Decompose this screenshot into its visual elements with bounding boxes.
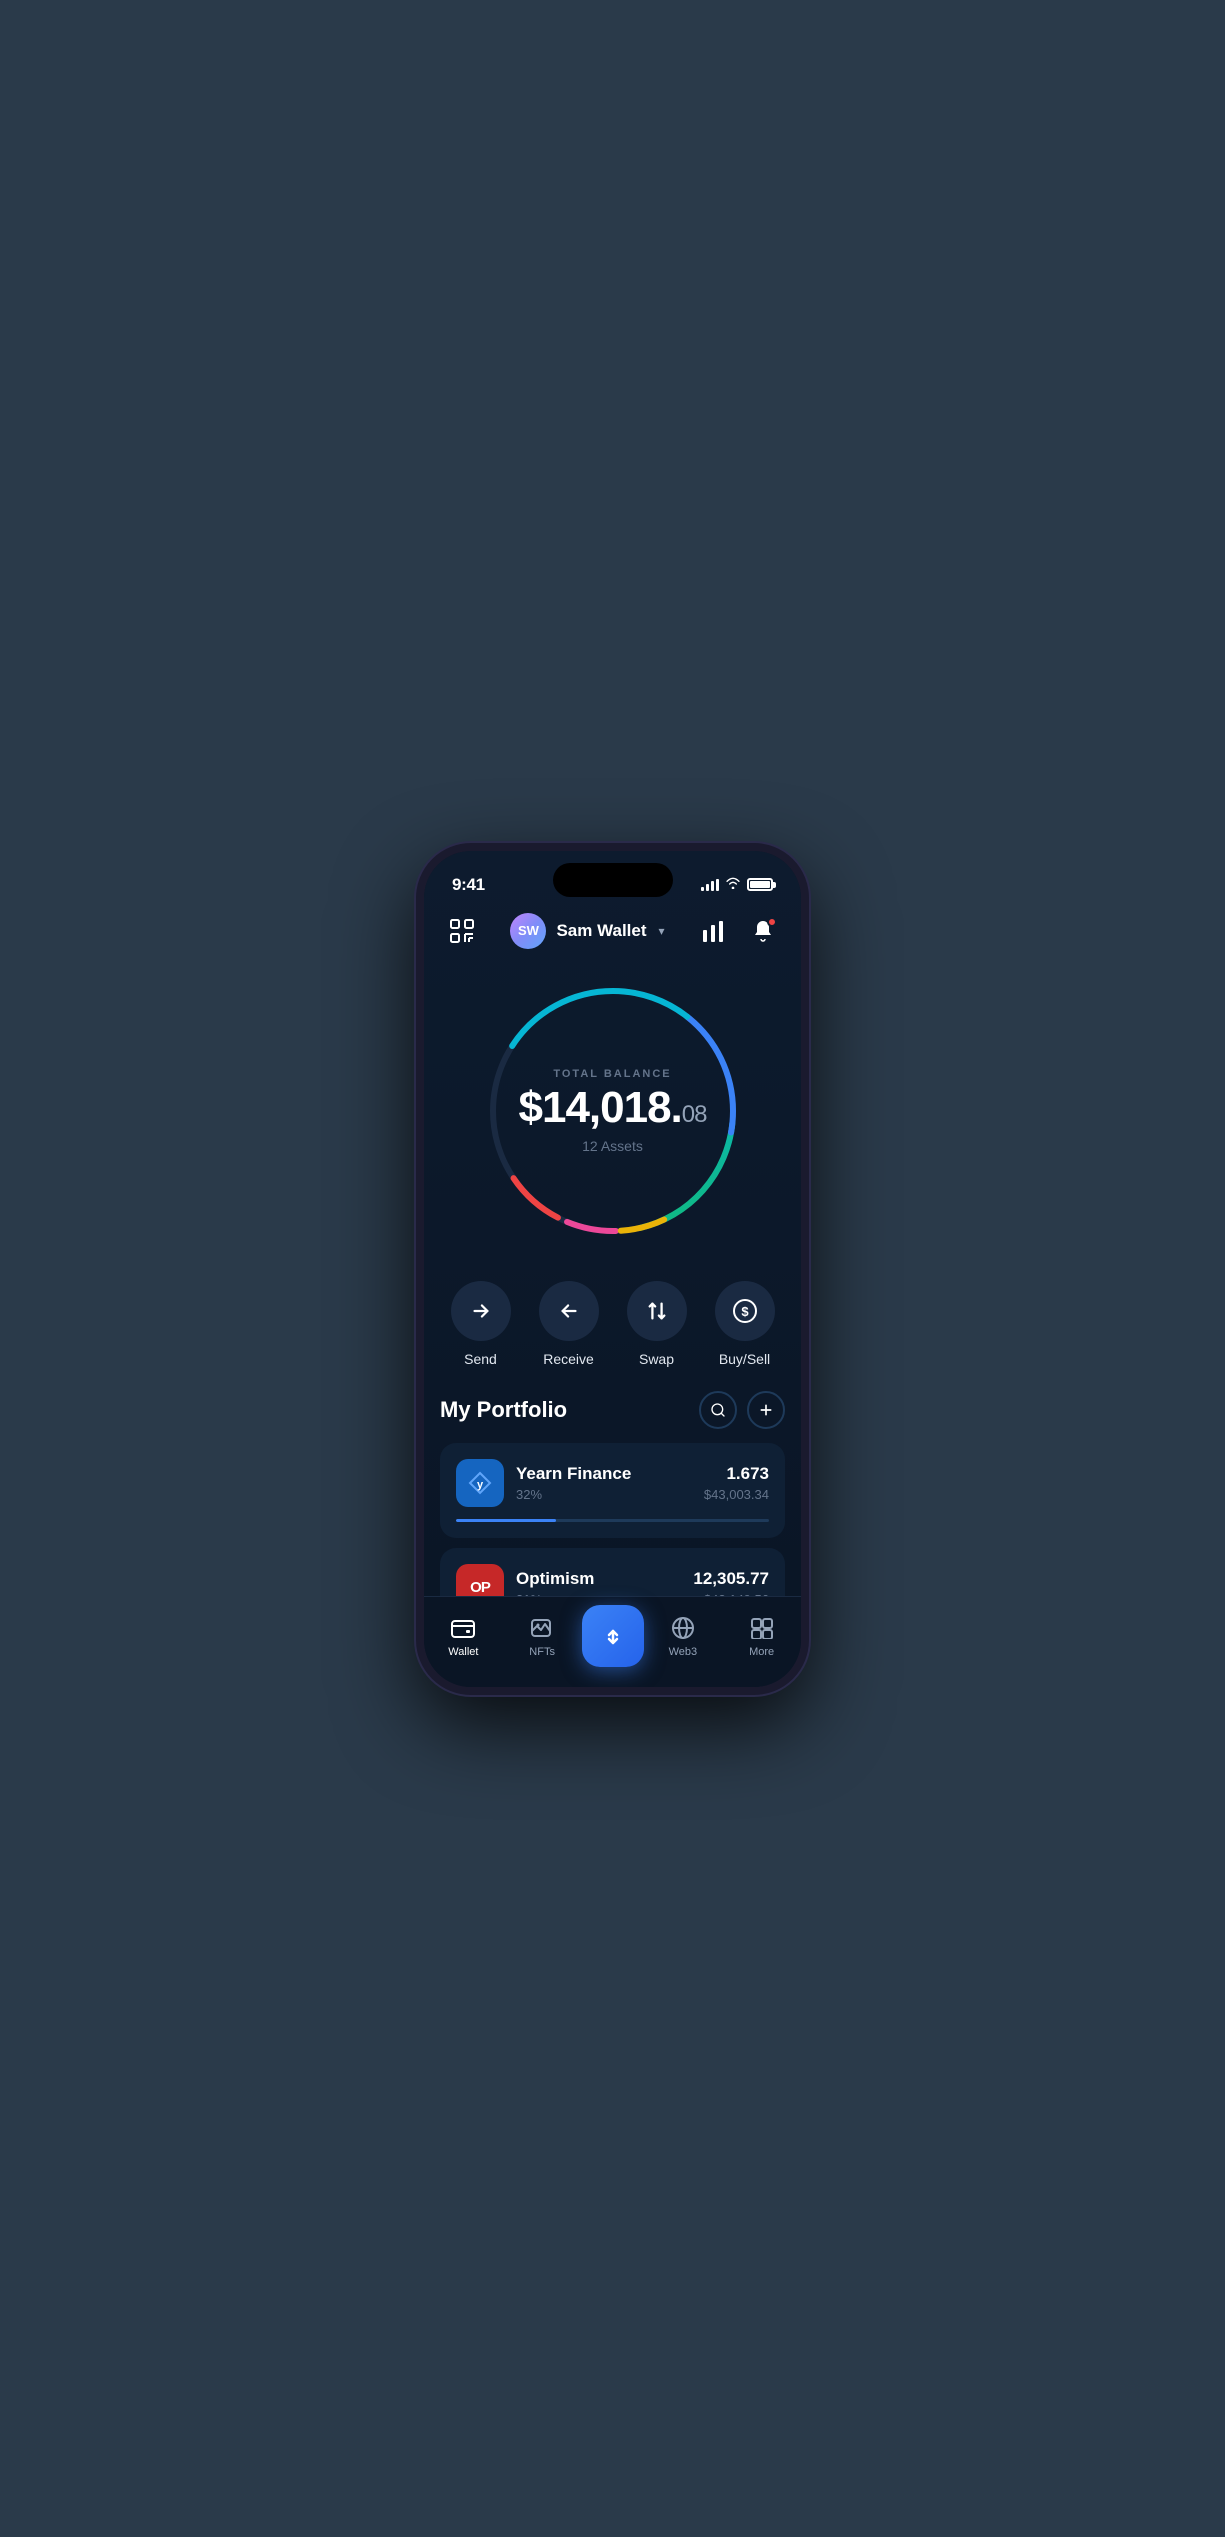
signal-icon [701, 879, 719, 891]
nav-center[interactable] [582, 1605, 644, 1667]
receive-button[interactable]: Receive [539, 1281, 599, 1367]
notifications-button[interactable] [745, 913, 781, 949]
receive-icon [539, 1281, 599, 1341]
web3-nav-icon [669, 1614, 697, 1642]
add-asset-button[interactable] [747, 1391, 785, 1429]
bottom-nav: Wallet NFTs [424, 1596, 801, 1687]
yearn-progress-fill [456, 1519, 556, 1522]
account-selector[interactable]: SW Sam Wallet ▾ [510, 913, 664, 949]
swap-label: Swap [639, 1351, 674, 1367]
yearn-name: Yearn Finance [516, 1464, 692, 1484]
more-nav-label: More [749, 1646, 774, 1658]
scan-button[interactable] [444, 913, 480, 949]
svg-text:y: y [477, 1479, 484, 1491]
wallet-nav-icon [449, 1614, 477, 1642]
center-action-button[interactable] [582, 1605, 644, 1667]
swap-button[interactable]: Swap [627, 1281, 687, 1367]
chart-button[interactable] [695, 913, 731, 949]
nfts-nav-icon [528, 1614, 556, 1642]
more-nav-icon [748, 1614, 776, 1642]
dynamic-island [553, 863, 673, 897]
buysell-button[interactable]: $ Buy/Sell [715, 1281, 775, 1367]
send-label: Send [464, 1351, 497, 1367]
optimism-amount: 12,305.77 [693, 1569, 769, 1589]
action-buttons: Send Receive [424, 1271, 801, 1391]
buysell-label: Buy/Sell [719, 1351, 770, 1367]
yearn-usd: $43,003.34 [704, 1487, 769, 1502]
yearn-amount: 1.673 [704, 1464, 769, 1484]
phone-frame: 9:41 [416, 843, 809, 1695]
chevron-down-icon: ▾ [659, 924, 665, 938]
wifi-icon [725, 876, 741, 894]
send-button[interactable]: Send [451, 1281, 511, 1367]
notification-badge [767, 917, 777, 927]
portfolio-header-actions [699, 1391, 785, 1429]
portfolio-header: My Portfolio [440, 1391, 785, 1429]
balance-amount: $14,018.08 [513, 1086, 713, 1130]
header: SW Sam Wallet ▾ [424, 905, 801, 961]
send-icon [451, 1281, 511, 1341]
asset-card-yearn[interactable]: y Yearn Finance 32% 1.673 $43,003.34 [440, 1443, 785, 1538]
battery-icon [747, 878, 773, 891]
web3-nav-label: Web3 [669, 1646, 698, 1658]
yearn-icon: y [456, 1459, 504, 1507]
status-time: 9:41 [452, 875, 485, 895]
yearn-info: Yearn Finance 32% [516, 1464, 692, 1502]
header-actions [695, 913, 781, 949]
yearn-progress [456, 1519, 769, 1522]
scan-icon [444, 913, 480, 949]
wallet-nav-label: Wallet [448, 1646, 478, 1658]
swap-icon [627, 1281, 687, 1341]
status-icons [701, 876, 773, 894]
phone-inner: 9:41 [424, 851, 801, 1687]
yearn-values: 1.673 $43,003.34 [704, 1464, 769, 1502]
nav-web3[interactable]: Web3 [644, 1614, 723, 1658]
assets-count: 12 Assets [513, 1138, 713, 1154]
avatar: SW [510, 913, 546, 949]
yearn-pct: 32% [516, 1487, 692, 1502]
search-button[interactable] [699, 1391, 737, 1429]
receive-label: Receive [543, 1351, 594, 1367]
svg-text:$: $ [741, 1304, 749, 1319]
nav-more[interactable]: More [722, 1614, 801, 1658]
balance-circle: TOTAL BALANCE $14,018.08 12 Assets [473, 971, 753, 1251]
portfolio-title: My Portfolio [440, 1397, 567, 1423]
balance-label: TOTAL BALANCE [513, 1068, 713, 1080]
asset-row: y Yearn Finance 32% 1.673 $43,003.34 [456, 1459, 769, 1507]
buysell-icon: $ [715, 1281, 775, 1341]
optimism-name: Optimism [516, 1569, 681, 1589]
balance-info: TOTAL BALANCE $14,018.08 12 Assets [513, 1068, 713, 1154]
nfts-nav-label: NFTs [529, 1646, 555, 1658]
account-name: Sam Wallet [556, 921, 646, 941]
nav-nfts[interactable]: NFTs [503, 1614, 582, 1658]
balance-section: TOTAL BALANCE $14,018.08 12 Assets [424, 961, 801, 1271]
nav-wallet[interactable]: Wallet [424, 1614, 503, 1658]
